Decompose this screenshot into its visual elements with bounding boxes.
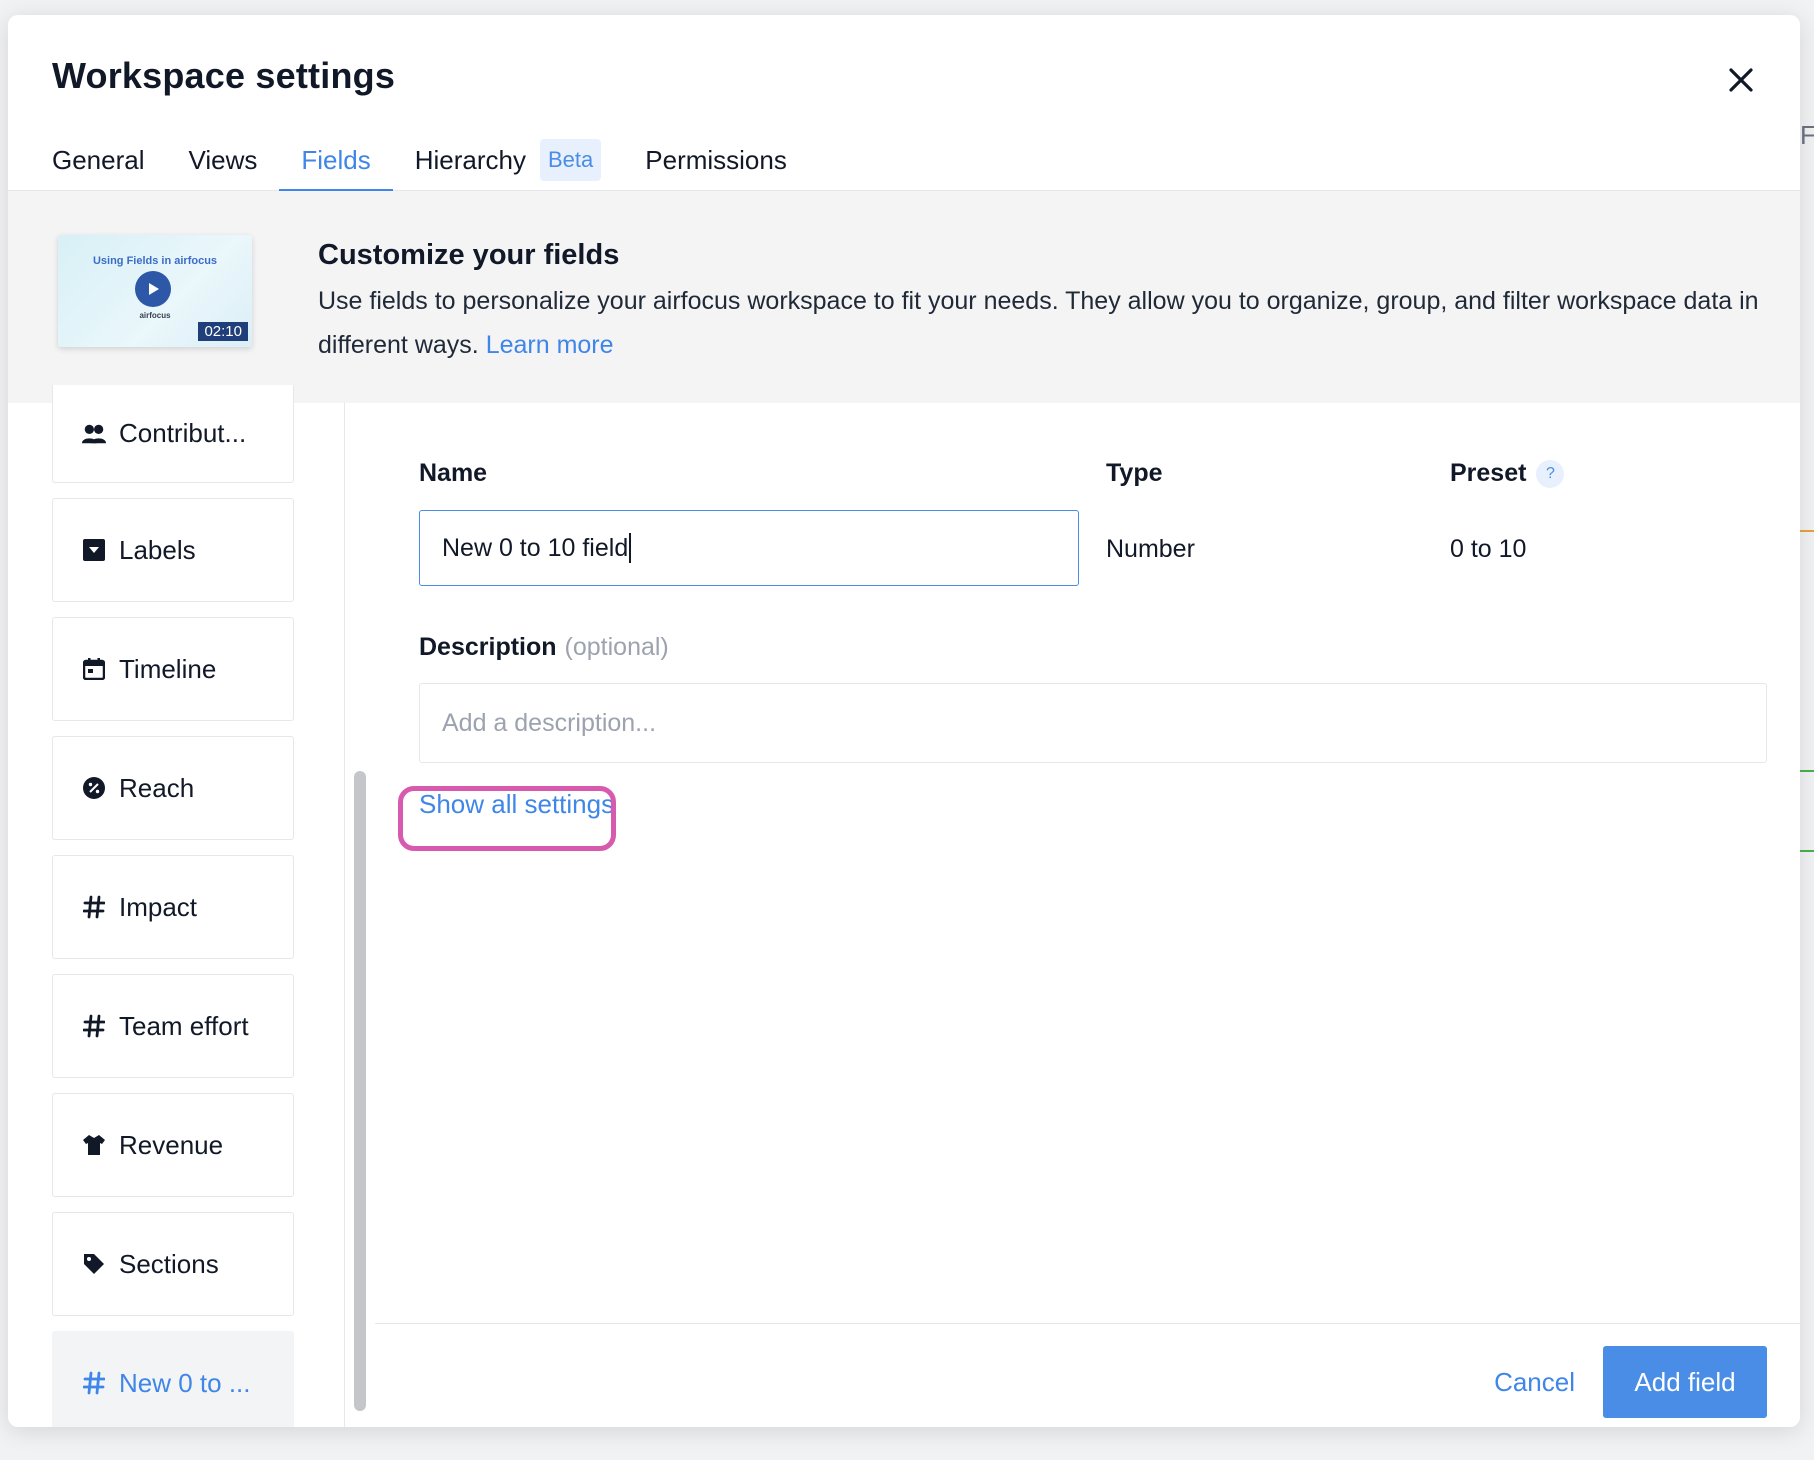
- close-button[interactable]: [1718, 59, 1764, 105]
- tab-views[interactable]: Views: [167, 125, 280, 191]
- sidebar-item-team-effort[interactable]: Team effort: [52, 974, 294, 1078]
- hash-icon: [81, 894, 107, 920]
- sidebar-item-labels[interactable]: Labels: [52, 498, 294, 602]
- sidebar-item-new-field[interactable]: New 0 to ...: [52, 1331, 294, 1427]
- fields-sidebar: Contribut... Labels Timeline Reach Impac…: [8, 385, 374, 1427]
- sidebar-item-label: New 0 to ...: [119, 1367, 251, 1398]
- workspace-settings-modal: Workspace settings General Views Fields …: [8, 15, 1800, 1427]
- help-icon[interactable]: ?: [1536, 460, 1565, 489]
- description-label-group: Description (optional): [419, 633, 669, 662]
- background-bar: [1798, 770, 1814, 772]
- beta-badge: Beta: [540, 139, 602, 181]
- name-label: Name: [419, 459, 488, 487]
- tag-icon: [81, 1251, 107, 1277]
- description-input[interactable]: Add a description...: [419, 683, 1767, 763]
- sidebar-item-label: Reach: [119, 772, 195, 803]
- sidebar-item-label: Timeline: [119, 653, 217, 684]
- close-icon: [1728, 67, 1754, 98]
- tab-label: Hierarchy: [414, 145, 526, 175]
- play-icon: [135, 271, 171, 307]
- sidebar-item-sections[interactable]: Sections: [52, 1212, 294, 1316]
- tab-label: Fields: [301, 145, 371, 175]
- dropdown-icon: [81, 537, 107, 563]
- hash-icon: [81, 1370, 107, 1396]
- tab-permissions[interactable]: Permissions: [623, 125, 809, 191]
- users-icon: [81, 421, 107, 447]
- background-bar: [1798, 850, 1814, 852]
- tab-label: Views: [188, 145, 258, 175]
- sidebar-item-reach[interactable]: Reach: [52, 736, 294, 840]
- tab-hierarchy[interactable]: Hierarchy Beta: [393, 125, 624, 191]
- field-editor: Name Type Preset? New 0 to 10 field Numb…: [375, 403, 1800, 1427]
- banner-title: Customize your fields: [318, 239, 620, 271]
- calendar-icon: [81, 656, 107, 682]
- optional-hint: (optional): [564, 633, 669, 661]
- sidebar-item-label: Revenue: [119, 1129, 224, 1160]
- preset-label-group: Preset?: [1450, 459, 1565, 489]
- text-caret: [629, 533, 632, 563]
- type-value: Number: [1106, 535, 1195, 563]
- sidebar-item-impact[interactable]: Impact: [52, 855, 294, 959]
- background-bar: [1798, 530, 1814, 532]
- type-label: Type: [1106, 459, 1163, 487]
- video-brand: airfocus: [139, 311, 171, 320]
- modal-header: Workspace settings General Views Fields …: [8, 15, 1800, 192]
- sidebar-item-label: Team effort: [119, 1010, 249, 1041]
- description-label: Description: [419, 633, 557, 661]
- video-thumbnail[interactable]: Using Fields in airfocus airfocus 02:10: [58, 235, 252, 347]
- sidebar-item-contributors[interactable]: Contribut...: [52, 385, 294, 483]
- description-placeholder: Add a description...: [442, 708, 657, 737]
- tab-general[interactable]: General: [52, 125, 167, 191]
- sidebar-item-timeline[interactable]: Timeline: [52, 617, 294, 721]
- settings-tabs: General Views Fields Hierarchy Beta Permi…: [52, 125, 809, 192]
- video-title: Using Fields in airfocus: [92, 255, 218, 267]
- learn-more-link[interactable]: Learn more: [486, 331, 614, 359]
- sidebar-item-label: Sections: [119, 1248, 219, 1279]
- shirt-icon: [81, 1132, 107, 1158]
- add-field-button[interactable]: Add field: [1603, 1346, 1767, 1418]
- tab-label: General: [52, 145, 145, 175]
- fields-list: Contribut... Labels Timeline Reach Impac…: [52, 385, 294, 1427]
- modal-title: Workspace settings: [52, 55, 396, 96]
- sidebar-scrollbar[interactable]: [354, 771, 366, 1411]
- fields-info-banner: Using Fields in airfocus airfocus 02:10 …: [8, 191, 1800, 403]
- tab-label: Permissions: [645, 145, 787, 175]
- name-input[interactable]: New 0 to 10 field: [419, 510, 1079, 586]
- sidebar-item-label: Contribut...: [119, 418, 247, 448]
- sidebar-item-revenue[interactable]: Revenue: [52, 1093, 294, 1197]
- cancel-button[interactable]: Cancel: [1474, 1346, 1595, 1418]
- background-text-fragment: F: [1800, 120, 1814, 150]
- preset-value: 0 to 10: [1450, 535, 1527, 563]
- modal-footer: Cancel Add field: [375, 1323, 1800, 1427]
- tab-fields[interactable]: Fields: [279, 125, 394, 192]
- name-input-value: New 0 to 10 field: [442, 533, 629, 562]
- sidebar-item-label: Labels: [119, 534, 196, 565]
- preset-label: Preset: [1450, 459, 1527, 487]
- show-all-settings-link[interactable]: Show all settings: [419, 789, 614, 820]
- percent-icon: [81, 775, 107, 801]
- banner-text: Use fields to personalize your airfocus …: [318, 279, 1768, 367]
- video-duration: 02:10: [198, 322, 248, 341]
- sidebar-item-label: Impact: [119, 891, 198, 922]
- hash-icon: [81, 1013, 107, 1039]
